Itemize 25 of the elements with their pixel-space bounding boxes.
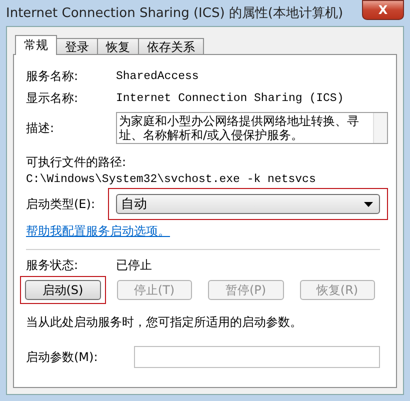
hint-text: 当从此处启动服务时，您可指定所适用的启动参数。: [26, 314, 303, 331]
field-label: 启动类型(E):: [26, 196, 96, 212]
status-value: 已停止: [116, 256, 152, 274]
start-parameters-field[interactable]: [134, 346, 380, 368]
dropdown-arrow-icon: [364, 202, 373, 206]
help-link[interactable]: 帮助我配置服务启动选项。: [26, 222, 170, 240]
startup-type-dropdown[interactable]: 自动: [116, 194, 380, 214]
path-text: C:\Windows\System32\svchost.exe -k netsvcs: [26, 172, 316, 186]
tab[interactable]: 登录: [56, 38, 98, 55]
field-label: 可执行文件的路径:: [26, 154, 126, 170]
scroll-bar[interactable]: [373, 113, 387, 143]
field-value: Internet Connection Sharing (ICS): [116, 92, 344, 104]
field-value: SharedAccess: [116, 70, 199, 82]
service-button[interactable]: 启动(S): [25, 280, 100, 300]
tab[interactable]: 常规: [15, 35, 57, 55]
tab[interactable]: 依存关系: [138, 38, 204, 55]
field-label: 描述:: [26, 120, 56, 136]
tab[interactable]: 恢复: [97, 38, 139, 55]
field-label: 服务状态:: [26, 256, 80, 274]
window-title: Internet Connection Sharing (ICS) 的属性(本地计算机): [6, 5, 344, 22]
field-label: 显示名称:: [26, 90, 80, 106]
field-label: 服务名称:: [26, 68, 80, 84]
description-box: 为家庭和小型办公网络提供网络地址转换、寻址、名称解析和/或入侵保护服务。: [116, 112, 388, 144]
close-button[interactable]: X: [362, 0, 404, 20]
field-label: 启动参数(M):: [26, 348, 99, 366]
